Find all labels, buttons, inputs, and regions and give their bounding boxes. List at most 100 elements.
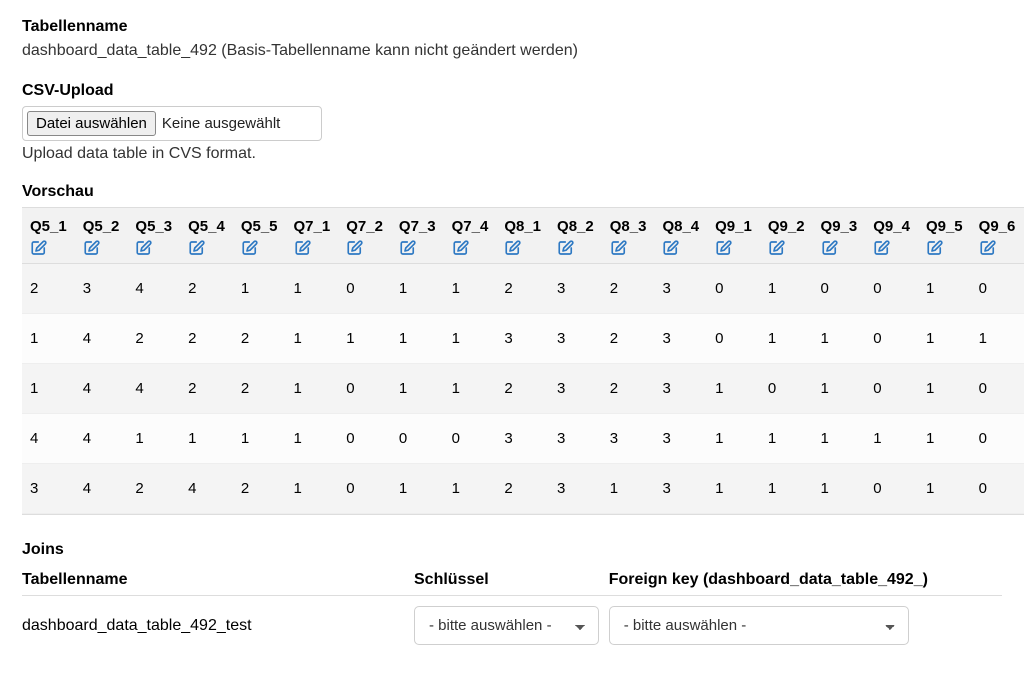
table-cell: 1	[180, 414, 233, 464]
edit-column-icon[interactable]	[83, 239, 101, 257]
table-cell: 4	[180, 464, 233, 514]
table-cell: 0	[338, 364, 391, 414]
column-header: Q5_1	[22, 208, 75, 264]
table-cell: 3	[654, 264, 707, 314]
edit-column-icon[interactable]	[768, 239, 786, 257]
table-cell: 1	[286, 314, 339, 364]
edit-column-icon[interactable]	[662, 239, 680, 257]
column-label: Q5_4	[188, 218, 225, 235]
foreignkey-select[interactable]: - bitte auswählen -	[609, 606, 909, 645]
table-cell: 4	[127, 364, 180, 414]
tablename-value: dashboard_data_table_492 (Basis-Tabellen…	[22, 42, 1002, 60]
table-cell: 2	[180, 314, 233, 364]
table-row: 342421011231311101000111	[22, 464, 1024, 514]
table-cell: 4	[75, 464, 128, 514]
table-cell: 2	[22, 264, 75, 314]
table-cell: 2	[496, 364, 549, 414]
table-cell: 1	[760, 314, 813, 364]
column-label: Q9_6	[979, 218, 1016, 235]
table-cell: 2	[496, 264, 549, 314]
table-cell: 3	[549, 464, 602, 514]
table-cell: 2	[233, 314, 286, 364]
table-cell: 0	[971, 414, 1024, 464]
column-label: Q9_3	[821, 218, 858, 235]
table-cell: 1	[918, 414, 971, 464]
table-row: 44111100033331111100019	[22, 414, 1024, 464]
table-cell: 1	[918, 364, 971, 414]
table-cell: 2	[233, 464, 286, 514]
table-cell: 1	[286, 264, 339, 314]
table-cell: 1	[444, 314, 497, 364]
column-header: Q9_4	[865, 208, 918, 264]
schluessel-select[interactable]: - bitte auswählen -	[414, 606, 599, 645]
table-cell: 1	[22, 314, 75, 364]
table-cell: 1	[286, 414, 339, 464]
table-cell: 0	[865, 314, 918, 364]
edit-column-icon[interactable]	[979, 239, 997, 257]
file-input-wrapper[interactable]: Datei auswählen Keine ausgewählt	[22, 106, 322, 141]
edit-column-icon[interactable]	[135, 239, 153, 257]
column-header: Q8_4	[654, 208, 707, 264]
table-cell: 3	[549, 364, 602, 414]
edit-column-icon[interactable]	[346, 239, 364, 257]
table-cell: 0	[813, 264, 866, 314]
table-cell: 0	[707, 264, 760, 314]
table-cell: 1	[391, 464, 444, 514]
edit-column-icon[interactable]	[873, 239, 891, 257]
edit-column-icon[interactable]	[399, 239, 417, 257]
table-cell: 3	[654, 414, 707, 464]
table-cell: 2	[180, 364, 233, 414]
table-cell: 2	[180, 264, 233, 314]
table-cell: 1	[813, 414, 866, 464]
table-cell: 1	[444, 464, 497, 514]
table-cell: 2	[496, 464, 549, 514]
column-header: Q8_3	[602, 208, 655, 264]
column-header: Q7_3	[391, 208, 444, 264]
joins-table: Tabellenname Schlüssel Foreign key (dash…	[22, 565, 1002, 655]
table-cell: 1	[813, 364, 866, 414]
preview-label: Vorschau	[22, 183, 1002, 201]
table-cell: 3	[75, 264, 128, 314]
edit-column-icon[interactable]	[452, 239, 470, 257]
table-row: 142221111332301101100111	[22, 314, 1024, 364]
table-cell: 2	[127, 464, 180, 514]
joins-row: dashboard_data_table_492_test - bitte au…	[22, 596, 1002, 656]
column-label: Q5_1	[30, 218, 67, 235]
table-cell: 0	[971, 464, 1024, 514]
edit-column-icon[interactable]	[30, 239, 48, 257]
edit-column-icon[interactable]	[557, 239, 575, 257]
column-header: Q8_1	[496, 208, 549, 264]
column-label: Q8_4	[662, 218, 699, 235]
joins-header-foreignkey: Foreign key (dashboard_data_table_492_)	[609, 565, 1002, 596]
choose-file-button[interactable]: Datei auswählen	[27, 111, 156, 136]
table-cell: 0	[338, 464, 391, 514]
edit-column-icon[interactable]	[926, 239, 944, 257]
edit-column-icon[interactable]	[294, 239, 312, 257]
table-cell: 1	[707, 414, 760, 464]
joins-row-name: dashboard_data_table_492_test	[22, 596, 414, 656]
table-cell: 1	[22, 364, 75, 414]
table-cell: 3	[602, 414, 655, 464]
edit-column-icon[interactable]	[241, 239, 259, 257]
column-header: Q9_3	[813, 208, 866, 264]
table-cell: 1	[286, 364, 339, 414]
table-cell: 3	[496, 414, 549, 464]
table-cell: 1	[233, 414, 286, 464]
edit-column-icon[interactable]	[610, 239, 628, 257]
column-header: Q5_3	[127, 208, 180, 264]
edit-column-icon[interactable]	[715, 239, 733, 257]
table-cell: 0	[865, 364, 918, 414]
column-label: Q8_3	[610, 218, 647, 235]
edit-column-icon[interactable]	[504, 239, 522, 257]
csv-upload-label: CSV-Upload	[22, 82, 1002, 100]
table-cell: 3	[549, 314, 602, 364]
table-cell: 2	[602, 314, 655, 364]
table-cell: 1	[865, 414, 918, 464]
edit-column-icon[interactable]	[821, 239, 839, 257]
edit-column-icon[interactable]	[188, 239, 206, 257]
preview-table: Q5_1Q5_2Q5_3Q5_4Q5_5Q7_1Q7_2Q7_3Q7_4Q8_1…	[22, 208, 1024, 514]
table-cell: 0	[865, 264, 918, 314]
table-cell: 3	[654, 464, 707, 514]
table-cell: 1	[391, 364, 444, 414]
table-cell: 1	[444, 364, 497, 414]
